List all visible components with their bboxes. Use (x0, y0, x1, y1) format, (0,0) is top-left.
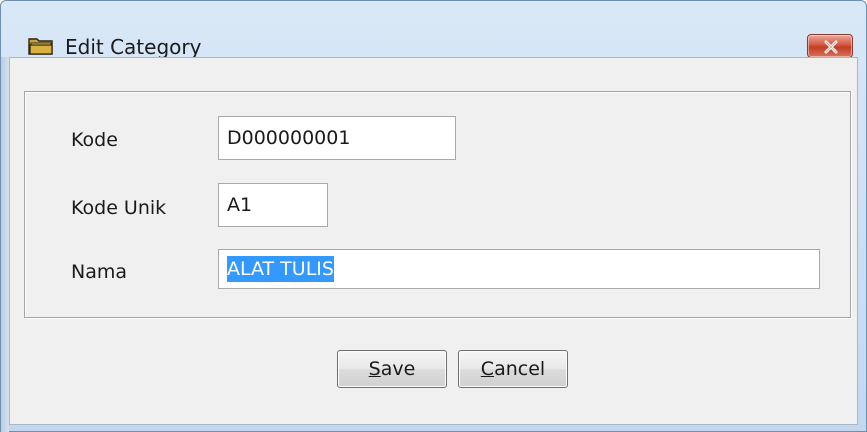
cancel-label-rest: ancel (494, 358, 546, 380)
nama-field[interactable]: ALAT TULIS (218, 249, 820, 289)
save-mnemonic: S (368, 358, 381, 380)
close-icon (824, 40, 838, 54)
window-frame-edge (1, 57, 9, 432)
nama-selected-text: ALAT TULIS (227, 256, 334, 282)
cancel-button[interactable]: Cancel (458, 350, 568, 388)
dialog-title: Edit Category (65, 35, 202, 59)
kode-label: Kode (71, 129, 118, 151)
kode-unik-label: Kode Unik (71, 197, 167, 219)
folder-icon (28, 36, 54, 56)
dialog-body: Kode D000000001 Kode Unik A1 Nama ALAT T… (9, 57, 858, 425)
nama-label: Nama (71, 261, 128, 283)
close-button[interactable] (807, 34, 853, 58)
edit-category-dialog: Edit Category Kode D000000001 Kode Unik … (0, 0, 867, 432)
kode-field[interactable]: D000000001 (218, 116, 456, 160)
save-button[interactable]: Save (337, 350, 447, 388)
title-bar[interactable]: Edit Category (1, 1, 866, 59)
save-label-rest: ave (380, 358, 416, 380)
cancel-mnemonic: C (480, 358, 495, 380)
kode-unik-field[interactable]: A1 (218, 183, 328, 227)
